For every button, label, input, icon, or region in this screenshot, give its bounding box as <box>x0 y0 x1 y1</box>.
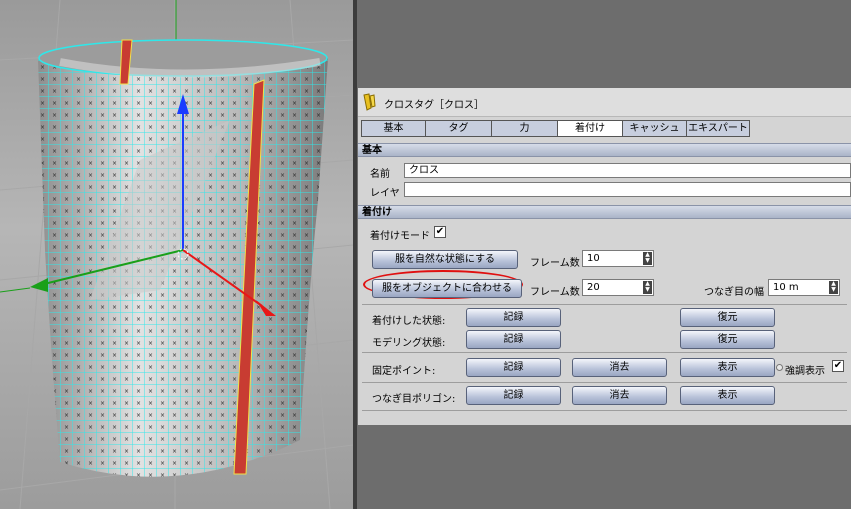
fixed-points-record-button[interactable]: 記録 <box>466 358 561 377</box>
name-field[interactable]: クロス <box>404 163 851 178</box>
tab-cache[interactable]: キャッシュ <box>622 120 687 137</box>
fit-frames-field[interactable]: 20 ▲ ▼ <box>582 279 654 296</box>
relax-frames-label: フレーム数 <box>530 258 580 269</box>
relax-frames-field[interactable]: 10 ▲ ▼ <box>582 250 654 267</box>
cloth-tag-icon <box>363 93 376 111</box>
cloth-mesh-render: × <box>0 0 353 509</box>
dress-mode-label: 着付けモード <box>370 231 430 242</box>
layer-field[interactable] <box>404 182 851 197</box>
tab-bar: 基本 タグ 力 着付け キャッシュ エキスパート <box>361 120 750 137</box>
fit-frames-label: フレーム数 <box>530 287 580 298</box>
separator <box>362 352 847 353</box>
3d-viewport[interactable]: × <box>0 0 353 509</box>
tab-tag[interactable]: タグ <box>425 120 492 137</box>
checkmark-icon: ✔ <box>833 360 843 371</box>
modeling-state-restore-button[interactable]: 復元 <box>680 330 775 349</box>
dress-mode-checkbox[interactable]: ✔ <box>434 226 446 238</box>
seam-polygons-label: つなぎ目ポリゴン: <box>372 394 456 405</box>
seam-width-field[interactable]: 10 m ▲ ▼ <box>768 279 840 296</box>
panel-title: クロスタグ［クロス］ <box>384 100 484 111</box>
dressed-state-label: 着付けした状態: <box>372 316 446 327</box>
checkmark-icon: ✔ <box>435 226 445 237</box>
panel-title-bar: クロスタグ［クロス］ <box>358 88 851 117</box>
spinner-arrows-icon[interactable]: ▲ ▼ <box>643 281 652 294</box>
viewport-divider[interactable] <box>353 0 357 509</box>
fixed-points-clear-button[interactable]: 消去 <box>572 358 667 377</box>
attribute-panel: クロスタグ［クロス］ 基本 タグ 力 着付け キャッシュ エキスパート 基本 名… <box>358 88 851 425</box>
modeling-state-label: モデリング状態: <box>372 338 446 349</box>
separator <box>362 382 847 383</box>
section-header-basic[interactable]: 基本 <box>358 143 851 157</box>
separator <box>362 410 847 411</box>
tab-force[interactable]: 力 <box>491 120 558 137</box>
section-header-dressing[interactable]: 着付け <box>358 205 851 219</box>
seam-width-label: つなぎ目の幅 <box>704 287 764 298</box>
separator <box>362 304 847 305</box>
fixed-points-label: 固定ポイント: <box>372 366 436 377</box>
modeling-state-record-button[interactable]: 記録 <box>466 330 561 349</box>
spinner-arrows-icon[interactable]: ▲ ▼ <box>643 252 652 265</box>
dressed-state-restore-button[interactable]: 復元 <box>680 308 775 327</box>
highlight-label: 強調表示 <box>785 366 825 377</box>
relax-cloth-button[interactable]: 服を自然な状態にする <box>372 250 518 269</box>
highlight-checkbox[interactable]: ✔ <box>832 360 844 372</box>
tab-expert[interactable]: エキスパート <box>686 120 750 137</box>
highlight-radio-dot <box>776 364 783 371</box>
layer-label: レイヤ <box>370 188 400 199</box>
seam-width-value: 10 m <box>773 282 799 293</box>
seam-polygons-show-button[interactable]: 表示 <box>680 386 775 405</box>
fit-frames-value: 20 <box>587 282 600 293</box>
fixed-points-show-button[interactable]: 表示 <box>680 358 775 377</box>
seam-polygons-record-button[interactable]: 記録 <box>466 386 561 405</box>
fit-to-object-button[interactable]: 服をオブジェクトに合わせる <box>372 279 522 298</box>
name-label: 名前 <box>370 169 390 180</box>
tab-dressing[interactable]: 着付け <box>557 120 623 137</box>
relax-frames-value: 10 <box>587 253 600 264</box>
spinner-arrows-icon[interactable]: ▲ ▼ <box>829 281 838 294</box>
seam-polygons-clear-button[interactable]: 消去 <box>572 386 667 405</box>
tab-basic[interactable]: 基本 <box>361 120 426 137</box>
dressed-state-record-button[interactable]: 記録 <box>466 308 561 327</box>
